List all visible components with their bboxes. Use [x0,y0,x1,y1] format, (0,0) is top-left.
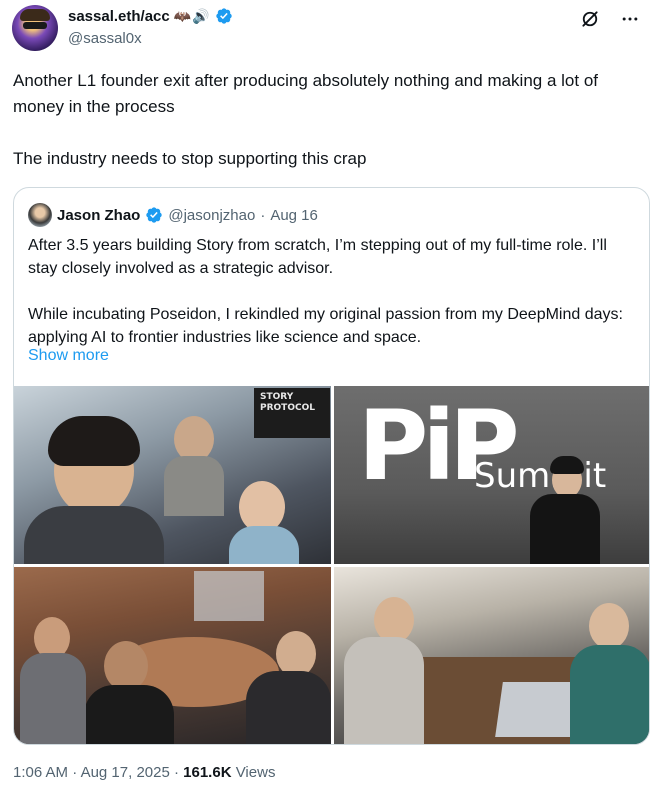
speaker-hair-shape [550,456,584,474]
person-shape [104,641,148,691]
avatar-hair-shape [20,9,50,21]
show-more-link[interactable]: Show more [28,347,109,365]
person-shape [24,506,164,564]
post-date[interactable]: Aug 17, 2025 [81,764,170,781]
person-shape [246,671,331,744]
person-shape [589,603,629,649]
more-icon[interactable] [619,8,641,30]
quoted-text: After 3.5 years building Story from scra… [28,237,623,346]
verified-badge-icon[interactable] [215,7,233,25]
views-count: 161.6K [183,764,232,781]
window-shape [194,571,264,621]
person-shape [570,645,649,744]
story-protocol-sign: STORY PROTOCOL [254,388,330,438]
photo-team-working[interactable] [334,567,649,744]
person-shape [164,456,224,516]
photo-pip-summit[interactable]: PiP Summit [334,386,649,564]
quoted-author-avatar[interactable] [28,203,52,227]
name-emoji: 🦇🔊 [173,7,211,24]
photo-dinner-group[interactable] [14,567,331,744]
views-label: Views [231,764,276,781]
author-handle[interactable]: @sassal0x [68,30,142,47]
author-name-row: sassal.eth/acc 🦇🔊 [68,6,233,26]
summit-text: Summit [474,456,607,496]
quoted-display-name[interactable]: Jason Zhao [57,207,140,224]
footer-separator: · [169,764,184,781]
person-shape [20,653,86,744]
quoted-tweet[interactable]: Jason Zhao @jasonjzhao · Aug 16 After 3.… [13,187,650,745]
footer-separator: · [68,764,81,781]
person-shape [229,526,299,564]
grok-icon[interactable] [579,8,601,30]
photo-grid: STORY PROTOCOL PiP Summit [14,386,649,744]
person-shape [48,416,140,466]
post-time[interactable]: 1:06 AM [13,764,68,781]
avatar-glasses-shape [23,22,47,29]
quoted-separator: · [260,206,266,224]
author-avatar[interactable] [12,5,58,51]
person-shape [84,685,174,744]
tweet-actions-top [579,8,641,30]
tweet: sassal.eth/acc 🦇🔊 @sassal0x Another L1 f… [0,0,657,790]
person-shape [344,637,424,744]
verified-badge-icon [146,207,163,223]
tweet-text: Another L1 founder exit after producing … [13,71,598,168]
quoted-header: Jason Zhao @jasonjzhao · Aug 16 [28,203,318,227]
quoted-handle[interactable]: @jasonjzhao [168,207,255,224]
quoted-date[interactable]: Aug 16 [270,207,318,224]
author-display-name[interactable]: sassal.eth/acc [68,8,170,25]
tweet-footer: 1:06 AM · Aug 17, 2025 · 161.6K Views [13,764,275,781]
photo-office-selfie[interactable]: STORY PROTOCOL [14,386,331,564]
speaker-body-shape [530,494,600,564]
